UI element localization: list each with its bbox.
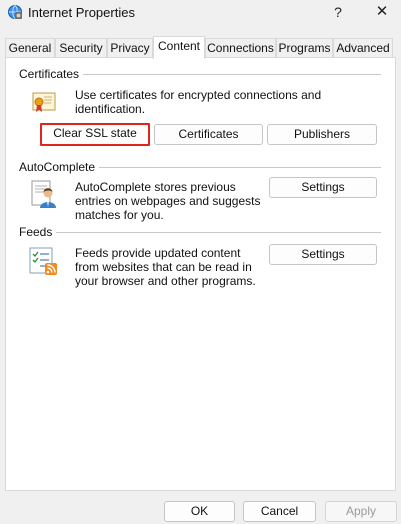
close-button[interactable]: ✕ [372,2,392,22]
certificates-group-title: Certificates [19,67,84,81]
feeds-description: Feeds provide updated content from websi… [75,246,256,288]
certificates-button[interactable]: Certificates [154,124,263,145]
help-button[interactable]: ? [328,2,348,22]
tab-content[interactable]: Content [153,36,205,59]
tab-general[interactable]: General [5,38,55,58]
autocomplete-divider [91,167,381,168]
internet-properties-icon [8,5,22,19]
feeds-icon [29,247,57,275]
tab-connections[interactable]: Connections [205,38,276,58]
feeds-divider [52,232,381,233]
certificates-description: Use certificates for encrypted connectio… [75,88,322,116]
autocomplete-group-title: AutoComplete [19,160,100,174]
content-panel: Certificates Use certificates for encryp… [5,57,396,491]
certificate-icon [32,92,56,112]
autocomplete-settings-button[interactable]: Settings [269,177,377,198]
dialog-button-bar: OK Cancel Apply [0,491,401,524]
autocomplete-description: AutoComplete stores previous entries on … [75,180,261,222]
tab-security[interactable]: Security [55,38,107,58]
ok-button[interactable]: OK [164,501,235,522]
window-title: Internet Properties [28,5,135,20]
publishers-button[interactable]: Publishers [267,124,377,145]
tab-privacy[interactable]: Privacy [107,38,153,58]
clear-ssl-state-button[interactable]: Clear SSL state [40,123,150,146]
cancel-button[interactable]: Cancel [243,501,316,522]
certificates-divider [81,74,381,75]
tab-advanced[interactable]: Advanced [333,38,393,58]
feeds-group-title: Feeds [19,225,57,239]
tab-programs[interactable]: Programs [276,38,333,58]
apply-button[interactable]: Apply [325,501,397,522]
feeds-settings-button[interactable]: Settings [269,244,377,265]
autocomplete-icon [31,180,56,208]
title-bar: Internet Properties ? ✕ [0,0,401,30]
